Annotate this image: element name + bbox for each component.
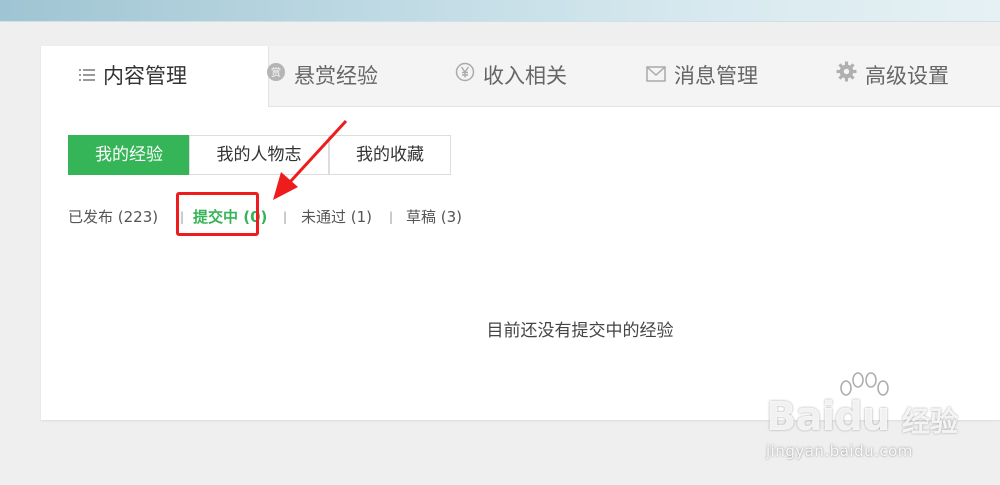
- subtab-my-profiles[interactable]: 我的人物志: [189, 135, 329, 175]
- filter-rejected[interactable]: 未通过 (1): [301, 204, 372, 230]
- watermark-suffix: 经验: [902, 405, 959, 438]
- svg-text:赏: 赏: [271, 67, 281, 79]
- tab-content-management[interactable]: 内容管理: [41, 46, 269, 107]
- tab-income[interactable]: 收入相关: [455, 46, 567, 106]
- filter-published[interactable]: 已发布 (223): [68, 204, 158, 230]
- watermark-url: jingyan.baidu.com: [766, 442, 913, 460]
- subtab-my-experience[interactable]: 我的经验: [68, 135, 190, 175]
- list-icon: [79, 45, 95, 105]
- reward-icon: 赏: [266, 45, 286, 105]
- tab-label: 高级设置: [865, 64, 949, 88]
- tab-reward-experience[interactable]: 赏 悬赏经验: [266, 46, 378, 106]
- tab-advanced-settings[interactable]: 高级设置: [836, 46, 949, 106]
- main-tab-bar: 内容管理 赏 悬赏经验 收入相关 消息管理 高级设置: [41, 46, 1000, 107]
- top-banner: [0, 0, 1000, 22]
- filter-drafts[interactable]: 草稿 (3): [406, 204, 462, 230]
- gear-icon: [836, 45, 857, 105]
- watermark-brand: Baidu: [766, 394, 890, 440]
- yen-icon: [455, 45, 475, 105]
- highlight-box: [176, 192, 259, 236]
- tab-label: 内容管理: [103, 64, 187, 88]
- tab-label: 悬赏经验: [294, 64, 378, 88]
- empty-state-message: 目前还没有提交中的经验: [486, 321, 674, 341]
- filter-separator: |: [389, 210, 394, 224]
- subtab-my-favorites[interactable]: 我的收藏: [329, 135, 451, 175]
- tab-label: 收入相关: [483, 64, 567, 88]
- tab-label: 消息管理: [674, 64, 758, 88]
- mail-icon: [646, 45, 666, 105]
- filter-separator: |: [283, 210, 288, 224]
- tab-messages[interactable]: 消息管理: [646, 46, 758, 106]
- baidu-watermark: Baidu 经验 jingyan.baidu.com: [766, 372, 966, 472]
